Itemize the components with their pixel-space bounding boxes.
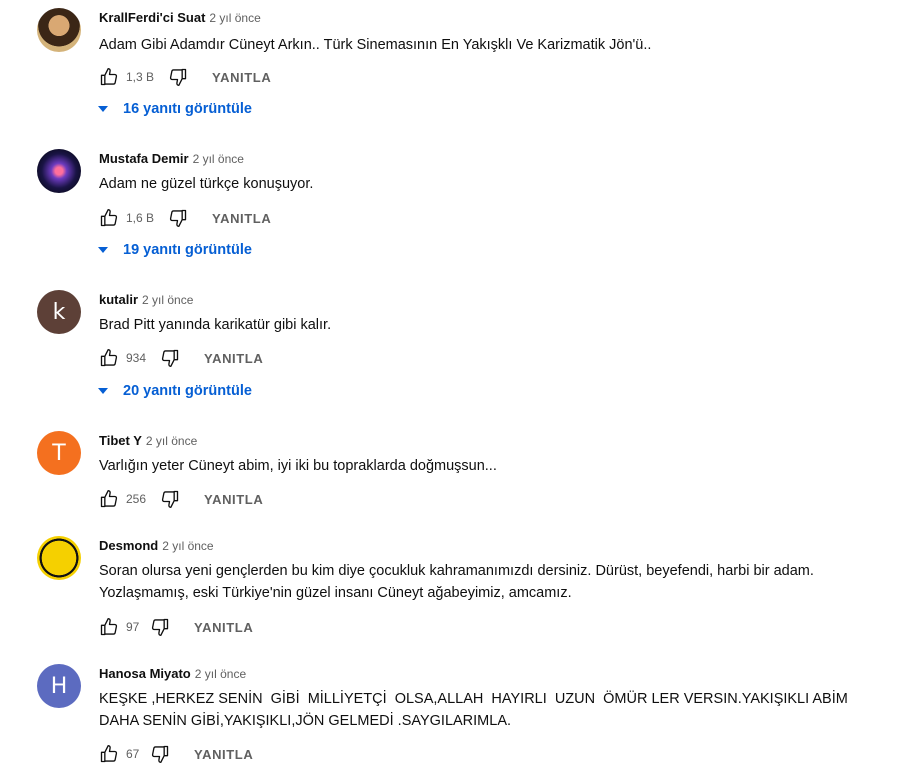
avatar[interactable]: k <box>37 290 81 334</box>
avatar[interactable]: H <box>37 664 81 708</box>
avatar-letter: k <box>52 299 66 325</box>
comment-text: Adam Gibi Adamdır Cüneyt Arkın.. Türk Si… <box>99 37 652 53</box>
avatar-letter: T <box>52 440 66 466</box>
thumb-down-icon[interactable] <box>168 67 188 87</box>
reply-button[interactable]: YANITLA <box>194 747 253 762</box>
thumb-up-icon[interactable] <box>99 208 119 228</box>
comment-header: Desmond 2 yıl önce <box>99 536 214 556</box>
comment-text: KEŞKE ,HERKEZ SENİN GİBİ MİLLİYETÇİ OLSA… <box>99 691 856 729</box>
comment-header: Mustafa Demir 2 yıl önce <box>99 149 244 169</box>
comment-header: kutalir 2 yıl önce <box>99 290 193 310</box>
thumb-up-icon[interactable] <box>99 67 119 87</box>
view-replies-button[interactable]: 16 yanıtı görüntüle <box>96 97 252 121</box>
reply-button[interactable]: YANITLA <box>204 351 263 366</box>
comment-actions: 1,3 B YANITLA <box>99 65 271 89</box>
view-replies-button[interactable]: 20 yanıtı görüntüle <box>96 379 252 403</box>
comment-time[interactable]: 2 yıl önce <box>146 434 197 448</box>
caret-down-icon <box>96 384 110 398</box>
view-replies-label: 20 yanıtı görüntüle <box>123 383 252 399</box>
comment-header: Tibet Y 2 yıl önce <box>99 431 197 451</box>
comment-author[interactable]: Mustafa Demir <box>99 151 189 166</box>
comment-time[interactable]: 2 yıl önce <box>195 667 246 681</box>
thumb-up-icon[interactable] <box>99 617 119 637</box>
comment-author[interactable]: kutalir <box>99 292 138 307</box>
like-count: 934 <box>126 351 147 365</box>
comment-text: Soran olursa yeni gençlerden bu kim diye… <box>99 563 818 601</box>
like-count: 97 <box>126 620 140 634</box>
comment-author[interactable]: KrallFerdi'ci Suat <box>99 10 205 25</box>
avatar-letter: H <box>50 673 68 699</box>
view-replies-label: 19 yanıtı görüntüle <box>123 242 252 258</box>
comment-actions: 1,6 B YANITLA <box>99 206 271 230</box>
comment-actions: 934 YANITLA <box>99 346 263 370</box>
comment-time[interactable]: 2 yıl önce <box>162 539 213 553</box>
thumb-up-icon[interactable] <box>99 744 119 764</box>
comment-author[interactable]: Tibet Y <box>99 433 142 448</box>
view-replies-label: 16 yanıtı görüntüle <box>123 101 252 117</box>
like-count: 256 <box>126 492 147 506</box>
reply-button[interactable]: YANITLA <box>212 70 271 85</box>
like-count: 1,6 B <box>126 211 155 225</box>
comment-header: Hanosa Miyato 2 yıl önce <box>99 664 246 684</box>
view-replies-button[interactable]: 19 yanıtı görüntüle <box>96 238 252 262</box>
thumb-down-icon[interactable] <box>160 489 180 509</box>
comment-text: Varlığın yeter Cüneyt abim, iyi iki bu t… <box>99 458 497 474</box>
comment-author[interactable]: Hanosa Miyato <box>99 666 191 681</box>
comment-actions: 67 YANITLA <box>99 742 253 766</box>
thumb-down-icon[interactable] <box>160 348 180 368</box>
reply-button[interactable]: YANITLA <box>194 620 253 635</box>
avatar[interactable] <box>37 536 81 580</box>
thumb-up-icon[interactable] <box>99 489 119 509</box>
comment-text: Adam ne güzel türkçe konuşuyor. <box>99 176 314 192</box>
thumb-down-icon[interactable] <box>150 744 170 764</box>
avatar[interactable] <box>37 8 81 52</box>
comment-actions: 256 YANITLA <box>99 487 263 511</box>
thumb-up-icon[interactable] <box>99 348 119 368</box>
comment-header: KrallFerdi'ci Suat 2 yıl önce <box>99 8 261 28</box>
thumb-down-icon[interactable] <box>168 208 188 228</box>
comment-actions: 97 YANITLA <box>99 615 253 639</box>
comment-time[interactable]: 2 yıl önce <box>209 11 260 25</box>
comment-text: Brad Pitt yanında karikatür gibi kalır. <box>99 317 332 333</box>
caret-down-icon <box>96 243 110 257</box>
comment-time[interactable]: 2 yıl önce <box>142 293 193 307</box>
avatar[interactable] <box>37 149 81 193</box>
comment-author[interactable]: Desmond <box>99 538 158 553</box>
avatar[interactable]: T <box>37 431 81 475</box>
caret-down-icon <box>96 102 110 116</box>
like-count: 1,3 B <box>126 70 155 84</box>
comment-time[interactable]: 2 yıl önce <box>193 152 244 166</box>
like-count: 67 <box>126 747 140 761</box>
thumb-down-icon[interactable] <box>150 617 170 637</box>
reply-button[interactable]: YANITLA <box>212 211 271 226</box>
reply-button[interactable]: YANITLA <box>204 492 263 507</box>
